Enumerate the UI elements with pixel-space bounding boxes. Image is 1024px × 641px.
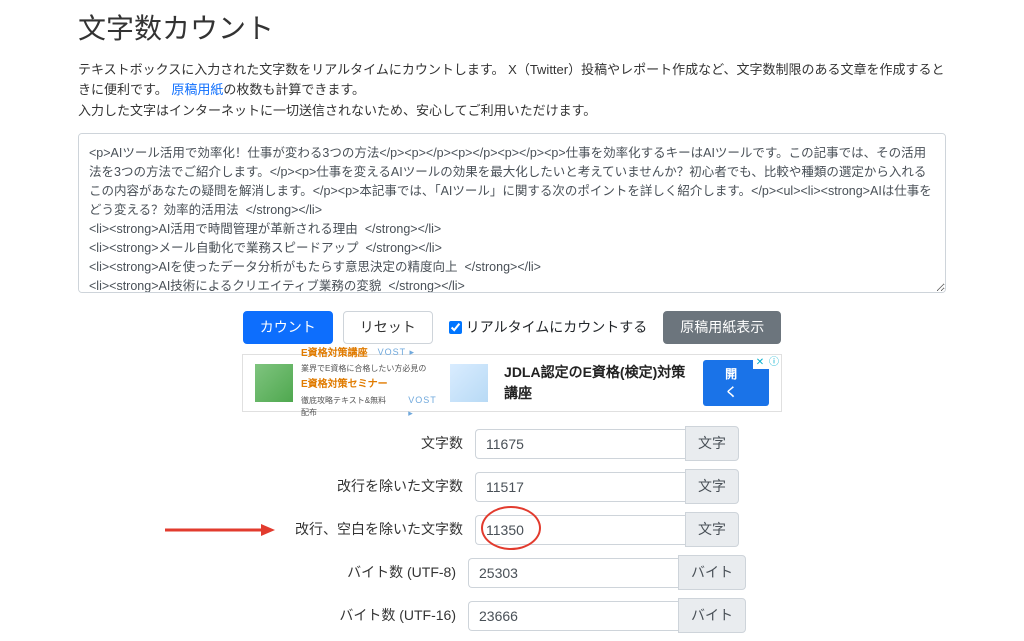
realtime-checkbox-label: リアルタイムにカウントする <box>466 317 648 338</box>
realtime-checkbox-wrap[interactable]: リアルタイムにカウントする <box>449 317 648 338</box>
ad-close-icon[interactable]: ✕ <box>753 355 767 369</box>
page-description-1: テキストボックスに入力された文字数をリアルタイムにカウントします。 X（Twit… <box>78 60 946 99</box>
result-label: 改行、空白を除いた文字数 <box>285 519 475 540</box>
ad-line-1: 業界でE資格に合格したい方必見の <box>301 363 426 375</box>
result-row: 改行、空白を除いた文字数 文字 <box>285 512 739 547</box>
ad-tag: E資格対策講座 <box>301 346 368 361</box>
genko-display-button[interactable]: 原稿用紙表示 <box>663 311 781 345</box>
realtime-checkbox[interactable] <box>449 321 462 334</box>
result-row: バイト数 (UTF-16) バイト <box>278 598 746 633</box>
result-value[interactable] <box>475 429 685 459</box>
ad-line-2: E資格対策セミナー <box>301 377 388 392</box>
text-input[interactable] <box>78 133 946 293</box>
ad-thumb-2 <box>450 364 488 402</box>
result-unit: 文字 <box>685 512 739 547</box>
result-value[interactable] <box>468 558 678 588</box>
count-button[interactable]: カウント <box>243 311 333 345</box>
ad-vost-1: VOST ▸ <box>378 346 415 360</box>
genko-yoshi-link[interactable]: 原稿用紙 <box>171 82 223 97</box>
ad-info-icon[interactable]: ⓘ <box>767 355 781 369</box>
reset-button[interactable]: リセット <box>343 311 433 345</box>
result-unit: 文字 <box>685 426 739 461</box>
result-label: 文字数 <box>285 433 475 454</box>
ad-banner[interactable]: ✕ ⓘ E資格対策講座VOST ▸ 業界でE資格に合格したい方必見の E資格対策… <box>78 354 946 412</box>
desc-text-b: の枚数も計算できます。 <box>223 82 365 97</box>
result-label: 改行を除いた文字数 <box>285 476 475 497</box>
result-row: 文字数 文字 <box>285 426 739 461</box>
page-description-2: 入力した文字はインターネットに一切送信されないため、安心してご利用いただけます。 <box>78 101 946 121</box>
result-label: バイト数 (UTF-8) <box>278 562 468 583</box>
ad-thumb-1 <box>255 364 293 402</box>
ad-line-3: 徹底攻略テキスト&無料配布 <box>301 395 392 419</box>
result-value[interactable] <box>475 472 685 502</box>
result-value[interactable] <box>468 601 678 631</box>
result-unit: バイト <box>678 598 746 633</box>
result-value[interactable] <box>475 515 685 545</box>
result-unit: 文字 <box>685 469 739 504</box>
result-row: バイト数 (UTF-8) バイト <box>278 555 746 590</box>
result-row: 改行を除いた文字数 文字 <box>285 469 739 504</box>
page-title: 文字数カウント <box>78 8 946 50</box>
result-label: バイト数 (UTF-16) <box>278 605 468 626</box>
result-unit: バイト <box>678 555 746 590</box>
ad-vost-2: VOST ▸ <box>408 394 442 421</box>
ad-main-text: JDLA認定のE資格(検定)対策講座 <box>504 362 695 404</box>
results-list: 文字数文字改行を除いた文字数文字改行、空白を除いた文字数文字バイト数 (UTF-… <box>78 426 946 633</box>
arrow-annotation-icon <box>165 522 275 538</box>
